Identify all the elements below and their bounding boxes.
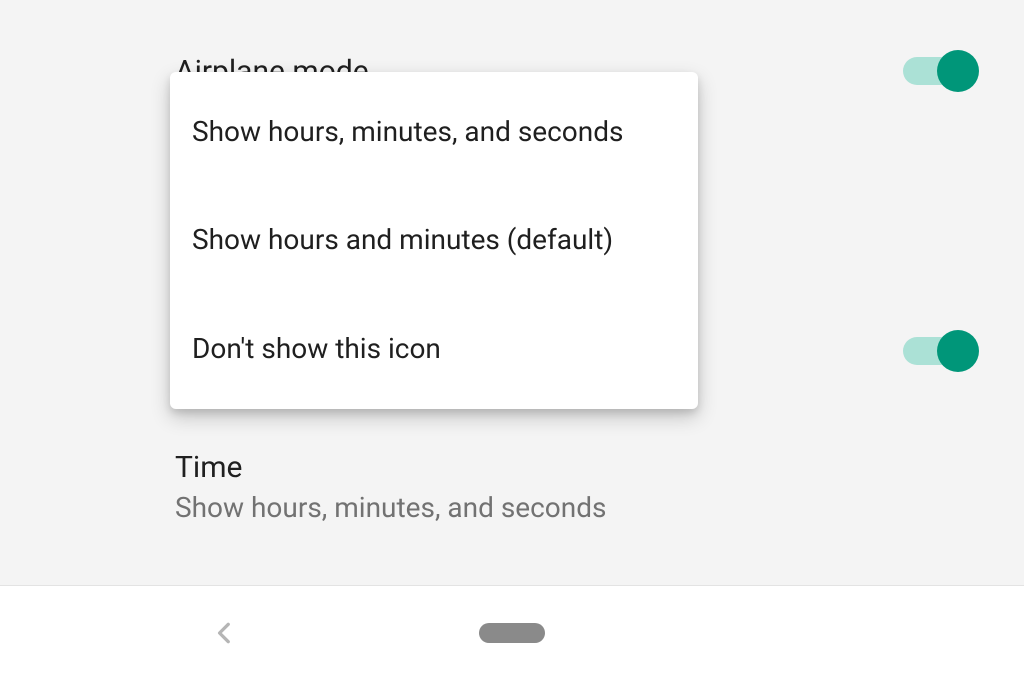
toggle-thumb <box>937 330 979 372</box>
popup-option-hide[interactable]: Don't show this icon <box>170 295 698 403</box>
chevron-left-icon <box>212 620 238 646</box>
navigation-bar <box>0 585 1024 680</box>
airplane-mode-toggle[interactable] <box>901 52 979 90</box>
middle-toggle[interactable] <box>901 332 979 370</box>
back-button[interactable] <box>205 613 245 653</box>
time-label: Time <box>175 450 979 485</box>
time-subtitle: Show hours, minutes, and seconds <box>175 491 979 524</box>
popup-option-hm-default[interactable]: Show hours and minutes (default) <box>170 186 698 294</box>
time-options-popup: Show hours, minutes, and seconds Show ho… <box>170 72 698 409</box>
toggle-thumb <box>937 50 979 92</box>
popup-option-hms[interactable]: Show hours, minutes, and seconds <box>170 78 698 186</box>
home-pill[interactable] <box>479 623 545 643</box>
settings-content: Airplane mode Time Show hours, minutes, … <box>0 0 1024 585</box>
setting-row-time[interactable]: Time Show hours, minutes, and seconds <box>175 450 979 524</box>
